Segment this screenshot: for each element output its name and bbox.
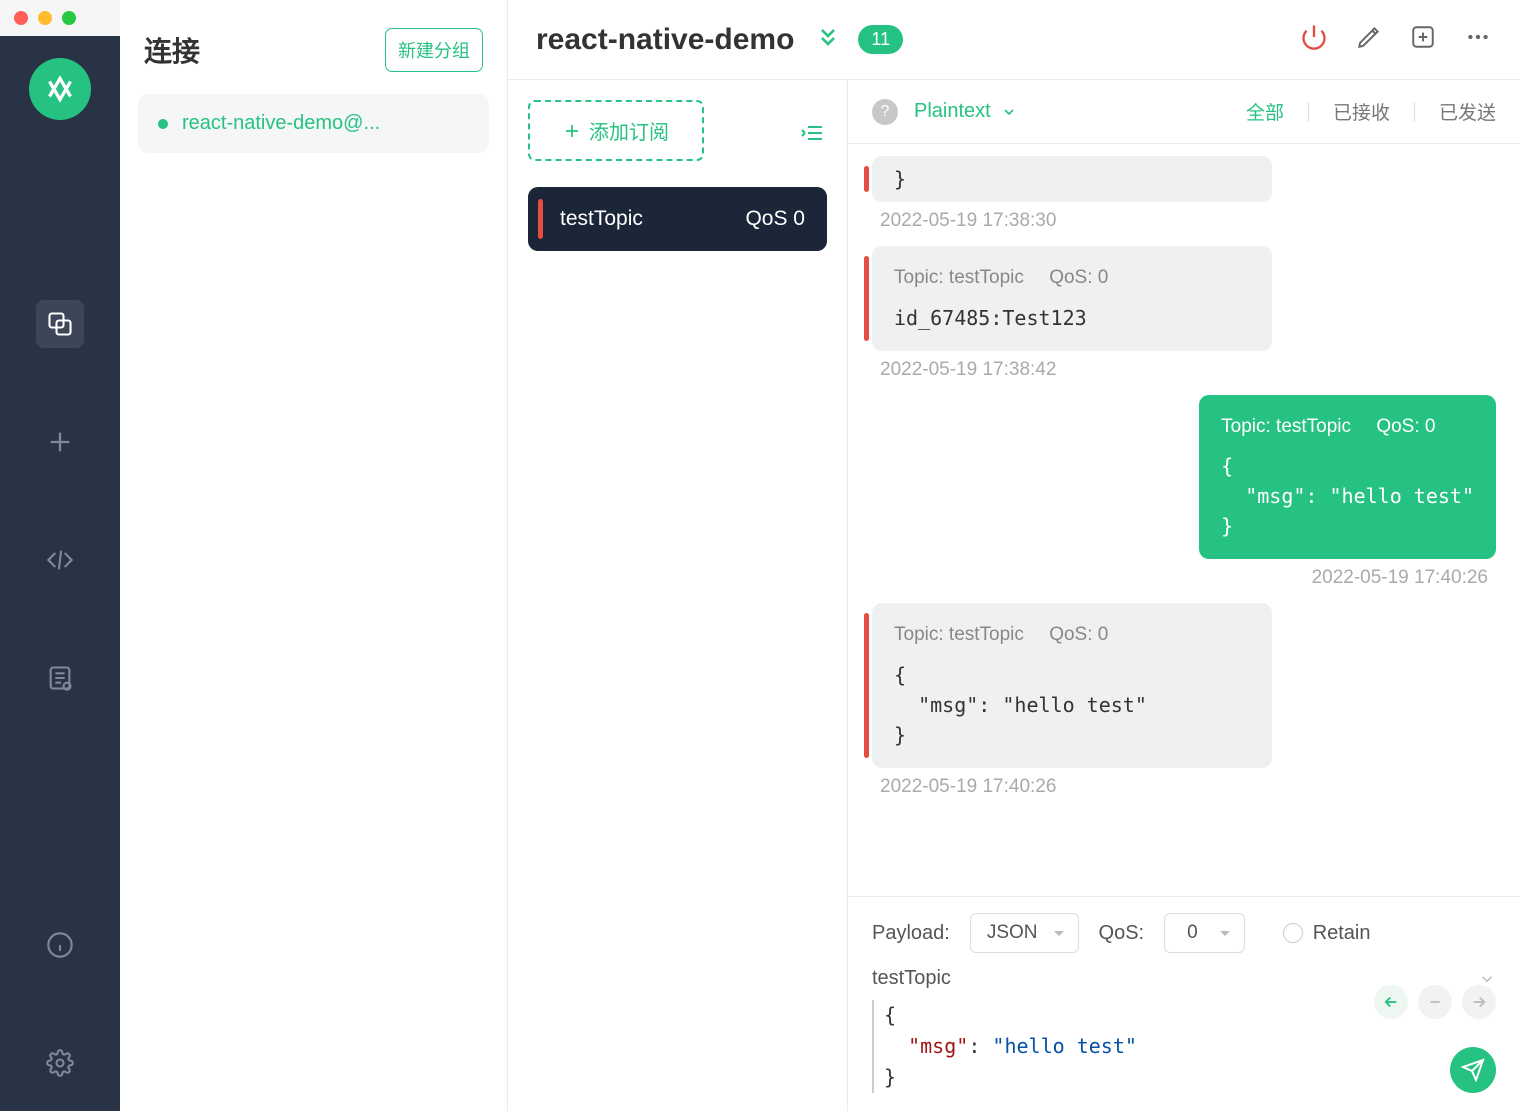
message-qos: QoS: 0 — [1049, 624, 1108, 645]
window-controls — [0, 0, 120, 36]
message-payload: id_67485:Test123 — [894, 303, 1250, 333]
message-bubble: Topic: testTopic QoS: 0 id_67485:Test123 — [872, 246, 1272, 351]
message-timestamp: 2022-05-19 17:38:30 — [880, 210, 1496, 232]
nav-settings[interactable] — [36, 1039, 84, 1087]
retain-label: Retain — [1313, 922, 1371, 945]
add-subscription-label: 添加订阅 — [589, 116, 669, 145]
radio-icon — [1283, 923, 1303, 943]
message-payload: } — [894, 164, 1250, 194]
topic-value: testTopic — [872, 967, 951, 990]
add-subscription-button[interactable]: 添加订阅 — [528, 100, 704, 161]
chevron-down-icon — [1001, 104, 1017, 120]
minimize-window-icon[interactable] — [38, 11, 52, 25]
nav-log[interactable] — [36, 654, 84, 702]
message-topic: Topic: testTopic — [1221, 416, 1351, 437]
history-pause-button[interactable] — [1418, 985, 1452, 1019]
nav-connections[interactable] — [36, 300, 84, 348]
more-button[interactable] — [1464, 24, 1492, 55]
history-prev-button[interactable] — [1374, 985, 1408, 1019]
message-item: Topic: testTopic QoS: 0 id_67485:Test123… — [872, 246, 1496, 381]
connections-title: 连接 — [144, 30, 200, 70]
tab-received[interactable]: 已接收 — [1333, 98, 1390, 125]
app-logo — [29, 58, 91, 120]
composer: Payload: JSON QoS: 0 Retain testTopic { — [848, 896, 1520, 1111]
message-topic: Topic: testTopic — [894, 624, 1024, 645]
new-group-button[interactable]: 新建分组 — [385, 28, 483, 72]
message-bubble: Topic: testTopic QoS: 0 { "msg": "hello … — [1199, 395, 1496, 560]
maximize-window-icon[interactable] — [62, 11, 76, 25]
message-timestamp: 2022-05-19 17:38:42 — [880, 359, 1496, 381]
message-payload: { "msg": "hello test" } — [894, 660, 1250, 750]
connection-item[interactable]: react-native-demo@... — [138, 94, 489, 153]
format-select[interactable]: Plaintext — [914, 100, 1017, 123]
message-qos: QoS: 0 — [1049, 267, 1108, 288]
edit-button[interactable] — [1356, 24, 1382, 55]
nav-about[interactable] — [36, 921, 84, 969]
disconnect-button[interactable] — [1300, 23, 1328, 56]
subscriptions-panel: 添加订阅 testTopic QoS 0 — [508, 80, 848, 1111]
message-payload: { "msg": "hello test" } — [1221, 451, 1474, 541]
subscription-qos: QoS 0 — [745, 207, 805, 231]
nav-rail — [0, 0, 120, 1111]
connection-name: react-native-demo@... — [182, 112, 380, 135]
format-label: Plaintext — [914, 100, 991, 123]
messages-wrap: ? Plaintext 全部 已接收 已发送 — [848, 80, 1520, 1111]
status-dot-icon — [158, 119, 168, 129]
retain-toggle[interactable]: Retain — [1283, 922, 1371, 945]
close-window-icon[interactable] — [14, 11, 28, 25]
tab-sent[interactable]: 已发送 — [1439, 98, 1496, 125]
subscription-topic: testTopic — [560, 207, 643, 231]
message-item: Topic: testTopic QoS: 0 { "msg": "hello … — [872, 395, 1496, 590]
help-icon[interactable]: ? — [872, 99, 898, 125]
subscription-item[interactable]: testTopic QoS 0 — [528, 187, 827, 251]
payload-type-select[interactable]: JSON — [970, 913, 1079, 953]
message-bubble: Topic: testTopic QoS: 0 { "msg": "hello … — [872, 603, 1272, 768]
message-timestamp: 2022-05-19 17:40:26 — [880, 776, 1496, 798]
unread-badge: 11 — [858, 25, 903, 54]
qos-select[interactable]: 0 — [1164, 913, 1245, 953]
divider — [1308, 102, 1309, 122]
messages-header: ? Plaintext 全部 已接收 已发送 — [848, 80, 1520, 144]
message-item: } 2022-05-19 17:38:30 — [872, 156, 1496, 232]
connections-panel: 连接 新建分组 react-native-demo@... — [120, 0, 508, 1111]
send-button[interactable] — [1450, 1047, 1496, 1093]
history-next-button[interactable] — [1462, 985, 1496, 1019]
tab-all[interactable]: 全部 — [1246, 98, 1284, 125]
message-item: Topic: testTopic QoS: 0 { "msg": "hello … — [872, 603, 1496, 798]
message-timestamp: 2022-05-19 17:40:26 — [1312, 567, 1488, 589]
main-area: react-native-demo 11 — [508, 0, 1520, 1111]
payload-label: Payload: — [872, 922, 950, 945]
message-bubble: } — [872, 156, 1272, 202]
expand-icon[interactable] — [816, 25, 840, 54]
connection-header: react-native-demo 11 — [508, 0, 1520, 80]
divider — [1414, 102, 1415, 122]
nav-new[interactable] — [36, 418, 84, 466]
connection-title: react-native-demo — [536, 23, 794, 57]
collapse-subs-icon[interactable] — [797, 121, 827, 150]
message-qos: QoS: 0 — [1376, 416, 1435, 437]
messages-list[interactable]: } 2022-05-19 17:38:30 Topic: testTopic Q… — [848, 144, 1520, 896]
nav-scripts[interactable] — [36, 536, 84, 584]
qos-label: QoS: — [1099, 922, 1145, 945]
message-topic: Topic: testTopic — [894, 267, 1024, 288]
new-window-button[interactable] — [1410, 24, 1436, 55]
